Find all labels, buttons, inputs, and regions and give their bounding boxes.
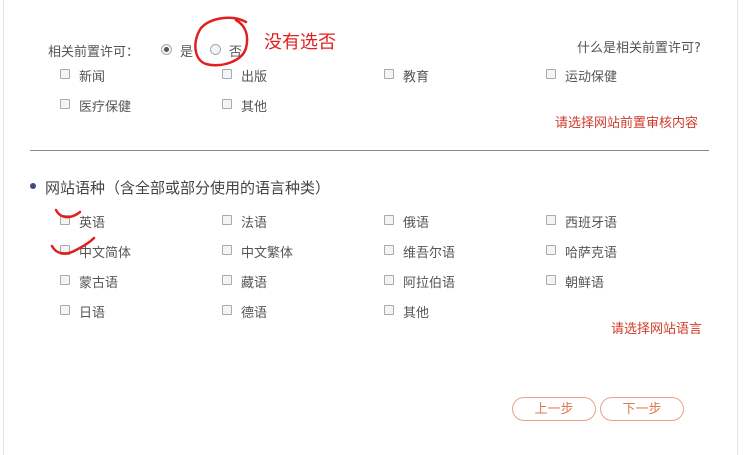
annotation-note: 没有选否	[264, 32, 336, 53]
annotation-check-mark	[54, 208, 82, 219]
annotation-check-mark	[50, 236, 96, 255]
annotation-circle-mark	[194, 16, 249, 67]
annotation-marks	[50, 16, 249, 255]
